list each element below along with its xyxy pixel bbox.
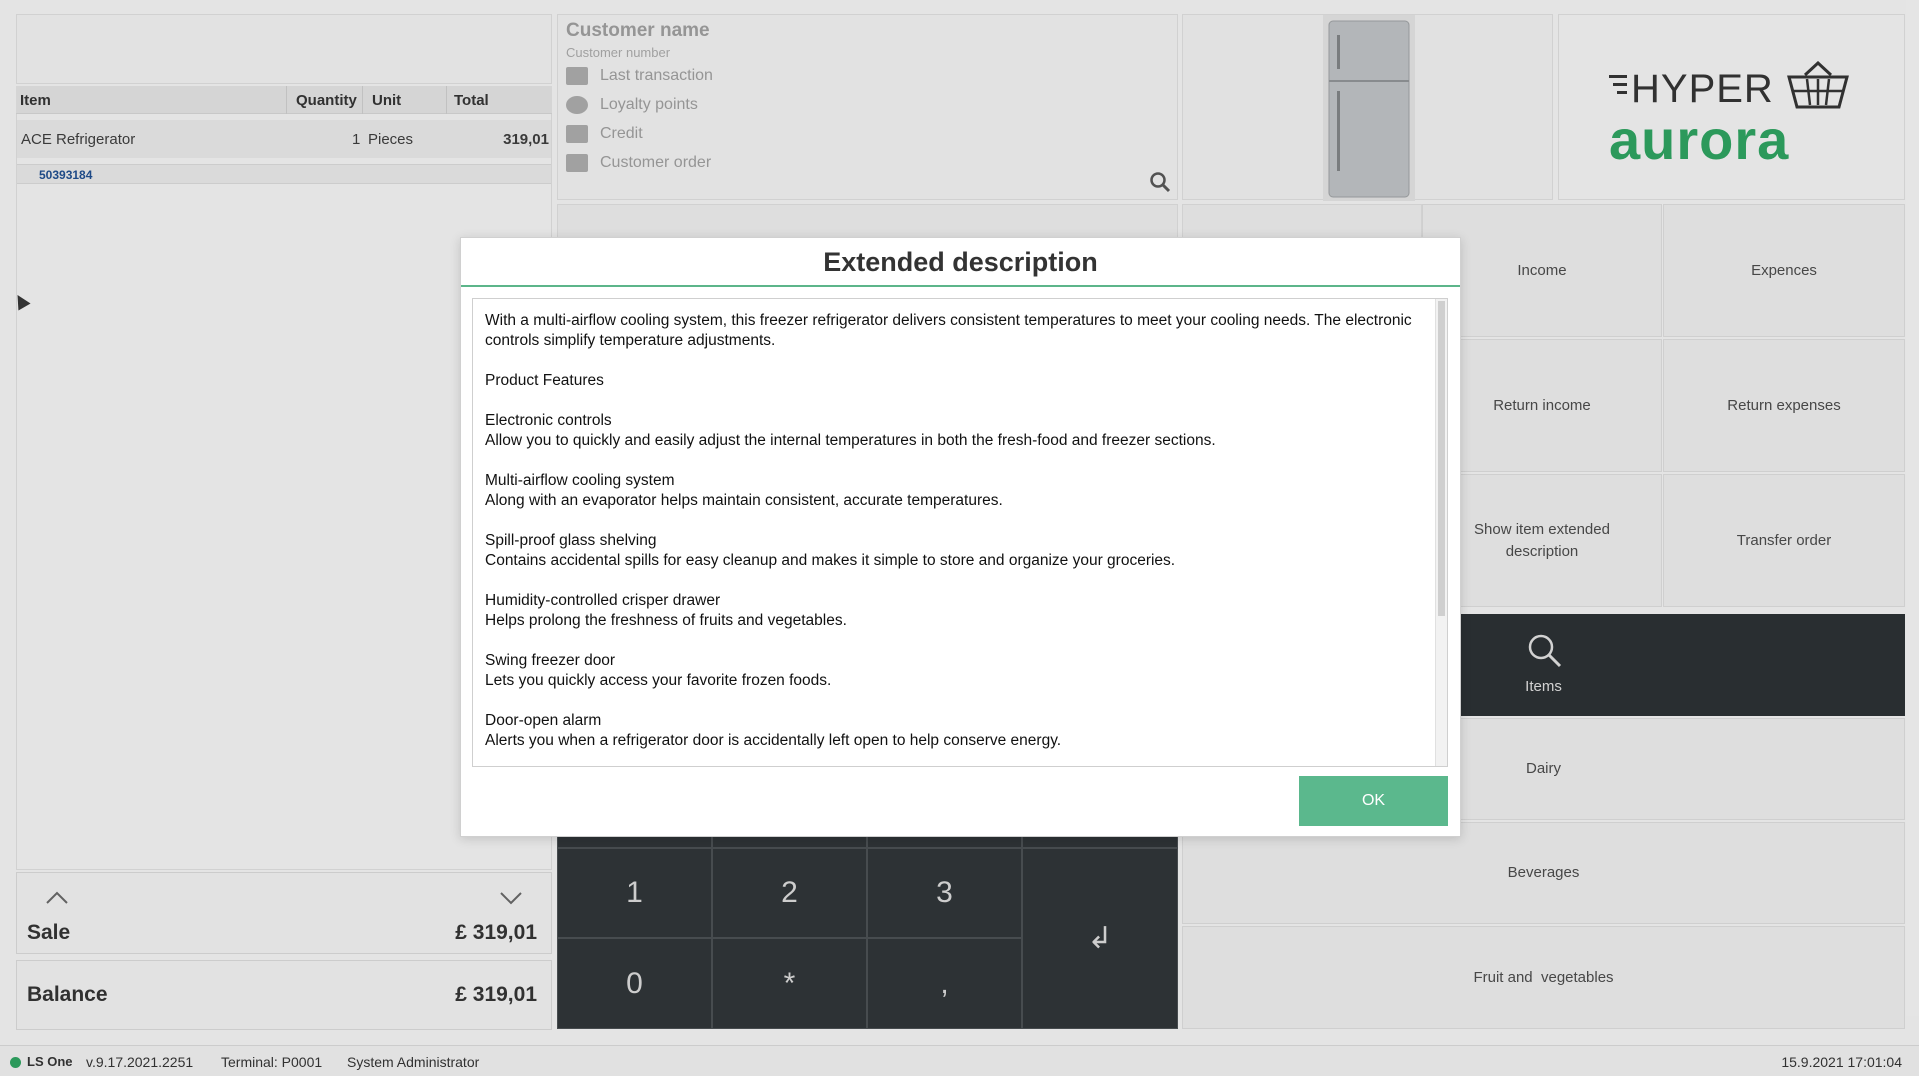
description-text: With a multi-airflow cooling system, thi…: [485, 312, 1412, 749]
scrollbar[interactable]: [1435, 299, 1447, 766]
ok-button[interactable]: OK: [1299, 776, 1448, 826]
extended-description-dialog: Extended description With a multi-airflo…: [460, 237, 1461, 837]
description-textbox[interactable]: With a multi-airflow cooling system, thi…: [472, 298, 1448, 767]
dialog-title: Extended description: [461, 238, 1460, 287]
scroll-thumb[interactable]: [1438, 301, 1445, 616]
